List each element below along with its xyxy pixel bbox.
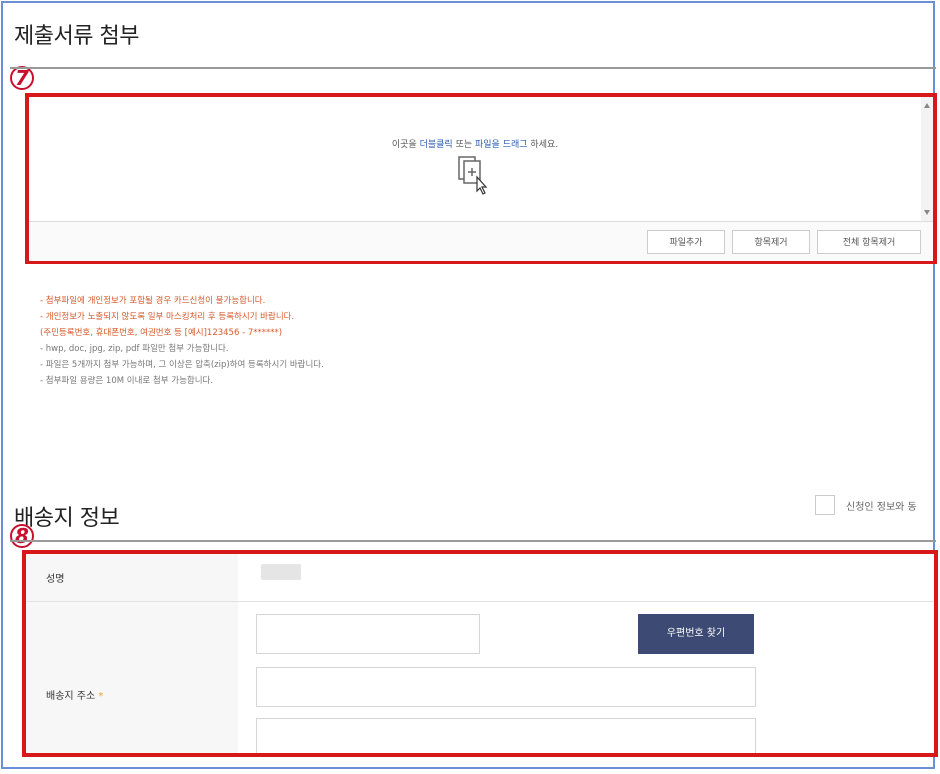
name-value-field [261,564,301,580]
attachment-notes: - 첨부파일에 개인정보가 포함될 경우 카드신청이 불가능합니다. - 개인정… [40,293,324,389]
note-line: (주민등록번호, 휴대폰번호, 여권번호 등 [예시]123456 - 7***… [40,328,283,338]
file-button-row: 파일추가 항목제거 전체 항목제거 [29,221,933,261]
remove-item-button[interactable]: 항목제거 [732,230,810,254]
name-label: 성명 [46,574,65,585]
shipping-form: 성명 배송지 주소 * 우편번호 찾기 [22,550,938,757]
drop-text-prefix: 이곳을 [391,140,420,150]
required-mark: * [98,691,104,702]
double-click-link[interactable]: 더블클릭 [420,140,453,150]
divider [10,540,936,542]
scrollbar[interactable] [921,97,933,221]
scroll-up-icon[interactable] [924,103,930,108]
drop-text-mid: 또는 [452,140,475,150]
note-line: - hwp, doc, jpg, zip, pdf 파일만 첨부 가능합니다. [40,344,229,354]
file-drop-zone[interactable]: 이곳을 더블클릭 또는 파일을 드래그 하세요. [29,97,921,221]
address-label-text: 배송지 주소 [46,691,96,702]
file-upload-box: 이곳을 더블클릭 또는 파일을 드래그 하세요. 파일추가 항목제거 전체 항목… [25,93,937,264]
drop-instruction: 이곳을 더블클릭 또는 파일을 드래그 하세요. [29,137,921,150]
same-as-applicant-label: 신청인 정보와 동 [846,502,917,513]
address-label: 배송지 주소 * [46,687,103,702]
row-divider [26,601,934,602]
same-as-applicant-checkbox[interactable] [815,495,835,515]
drag-file-link[interactable]: 파일을 드래그 [475,140,528,150]
file-drop-icon [458,156,488,195]
callout-7: 7 [10,66,34,90]
add-file-button[interactable]: 파일추가 [647,230,725,254]
attach-section-title: 제출서류 첨부 [14,24,139,49]
remove-all-button[interactable]: 전체 항목제거 [817,230,921,254]
note-line: - 파일은 5개까지 첨부 가능하며, 그 이상은 압축(zip)하여 등록하시… [40,360,324,370]
address-detail-input[interactable] [256,718,756,753]
note-line: - 첨부파일에 개인정보가 포함될 경우 카드신청이 불가능합니다. [40,296,266,306]
note-line: - 개인정보가 노출되지 않도록 일부 마스킹처리 후 등록하시기 바랍니다. [40,312,295,322]
divider [10,67,936,69]
scroll-down-icon[interactable] [924,210,930,215]
drop-text-suffix: 하세요. [527,140,559,150]
address-input[interactable] [256,667,756,707]
zipcode-input[interactable] [256,614,480,654]
find-zipcode-button[interactable]: 우편번호 찾기 [638,614,754,654]
callout-8: 8 [10,524,34,548]
note-line: - 첨부파일 용량은 10M 이내로 첨부 가능합니다. [40,376,214,386]
